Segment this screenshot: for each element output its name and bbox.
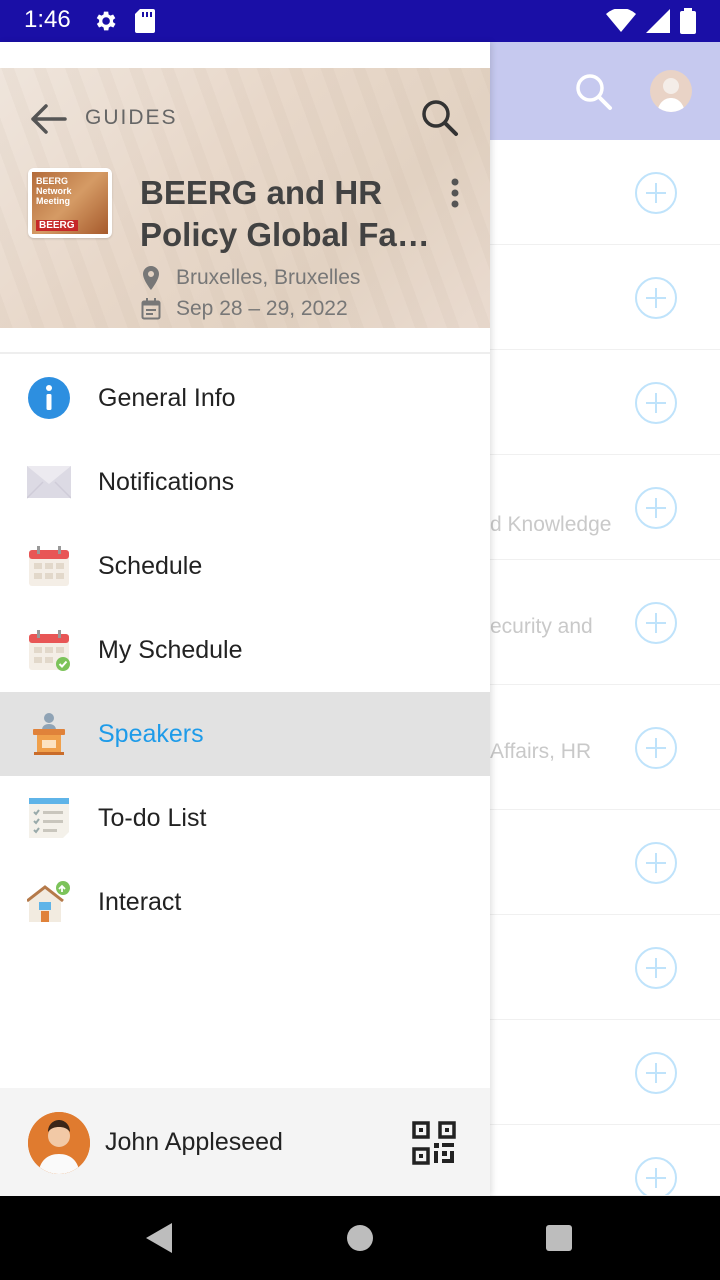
menu-item-todo-list[interactable]: To-do List: [0, 776, 490, 860]
user-name: John Appleseed: [105, 1128, 283, 1156]
event-header: GUIDES BEERG Network Meeting BEERG BEERG…: [0, 68, 490, 328]
status-bar: 1:46: [0, 0, 720, 42]
more-options-icon[interactable]: [450, 178, 460, 213]
menu-item-label: My Schedule: [98, 635, 243, 664]
event-location: Bruxelles, Bruxelles: [140, 266, 360, 290]
qr-code-icon[interactable]: [412, 1121, 456, 1170]
event-dates: Sep 28 – 29, 2022: [140, 297, 348, 321]
wifi-icon: [606, 8, 636, 38]
list-item[interactable]: [490, 915, 720, 1020]
event-title: BEERG and HR Policy Global Fa…: [140, 174, 430, 253]
signal-icon: [646, 9, 670, 38]
search-icon[interactable]: [420, 98, 460, 143]
menu-item-notifications[interactable]: Notifications: [0, 440, 490, 524]
add-icon[interactable]: [635, 172, 677, 214]
add-icon[interactable]: [635, 947, 677, 989]
location-pin-icon: [140, 266, 162, 290]
divider: [0, 352, 490, 354]
menu-item-my-schedule[interactable]: My Schedule: [0, 608, 490, 692]
list-item[interactable]: [490, 1020, 720, 1125]
menu-item-label: General Info: [98, 383, 236, 412]
menu-item-label: Interact: [98, 887, 182, 916]
menu-item-label: To-do List: [98, 803, 207, 832]
menu-item-label: Speakers: [98, 719, 204, 748]
home-circle-icon[interactable]: [347, 1225, 373, 1251]
calendar-small-icon: [140, 298, 162, 320]
menu-item-schedule[interactable]: Schedule: [0, 524, 490, 608]
list-item[interactable]: Affairs, HR: [490, 685, 720, 810]
list-item[interactable]: [490, 1125, 720, 1196]
list-item[interactable]: d Knowledge: [490, 455, 720, 560]
add-icon[interactable]: [635, 382, 677, 424]
profile-avatar[interactable]: [650, 70, 692, 112]
back-triangle-icon[interactable]: [146, 1223, 172, 1258]
add-icon[interactable]: [635, 277, 677, 319]
list-item-text: ecurity and: [490, 615, 593, 638]
add-icon[interactable]: [635, 727, 677, 769]
list-item[interactable]: [490, 350, 720, 455]
user-footer[interactable]: John Appleseed: [0, 1088, 490, 1196]
add-icon[interactable]: [635, 1157, 677, 1195]
menu-item-general-info[interactable]: General Info: [0, 356, 490, 440]
list-item[interactable]: [490, 810, 720, 915]
search-icon[interactable]: [574, 72, 614, 117]
drawer-menu: General Info Notifications Schedule My S…: [0, 356, 490, 944]
system-navigation-bar: [0, 1196, 720, 1280]
list-item[interactable]: [490, 140, 720, 245]
event-logo: BEERG Network Meeting BEERG: [28, 168, 112, 238]
status-time: 1:46: [24, 6, 71, 33]
menu-item-label: Schedule: [98, 551, 203, 580]
add-icon[interactable]: [635, 487, 677, 529]
avatar[interactable]: [28, 1112, 90, 1174]
calendar-check-icon: [27, 628, 71, 672]
list-item-text: Affairs, HR: [490, 740, 592, 763]
menu-item-interact[interactable]: Interact: [0, 860, 490, 944]
calendar-icon: [27, 544, 71, 588]
info-icon: [27, 376, 71, 420]
sd-card-icon: [134, 8, 156, 39]
list-item[interactable]: [490, 245, 720, 350]
checklist-icon: [27, 796, 71, 840]
podium-icon: [27, 712, 71, 756]
guides-label[interactable]: GUIDES: [85, 106, 178, 130]
settings-icon: [92, 8, 118, 39]
list-item-text: d Knowledge: [490, 513, 612, 536]
back-arrow-icon[interactable]: [28, 102, 68, 141]
recents-square-icon[interactable]: [546, 1225, 572, 1251]
envelope-icon: [26, 460, 72, 504]
add-icon[interactable]: [635, 1052, 677, 1094]
interact-icon: [26, 880, 71, 924]
add-icon[interactable]: [635, 602, 677, 644]
menu-item-speakers[interactable]: Speakers: [0, 692, 490, 776]
navigation-drawer: GUIDES BEERG Network Meeting BEERG BEERG…: [0, 42, 490, 1196]
list-item[interactable]: ecurity and: [490, 560, 720, 685]
menu-item-label: Notifications: [98, 467, 235, 496]
add-icon[interactable]: [635, 842, 677, 884]
battery-icon: [680, 8, 696, 39]
